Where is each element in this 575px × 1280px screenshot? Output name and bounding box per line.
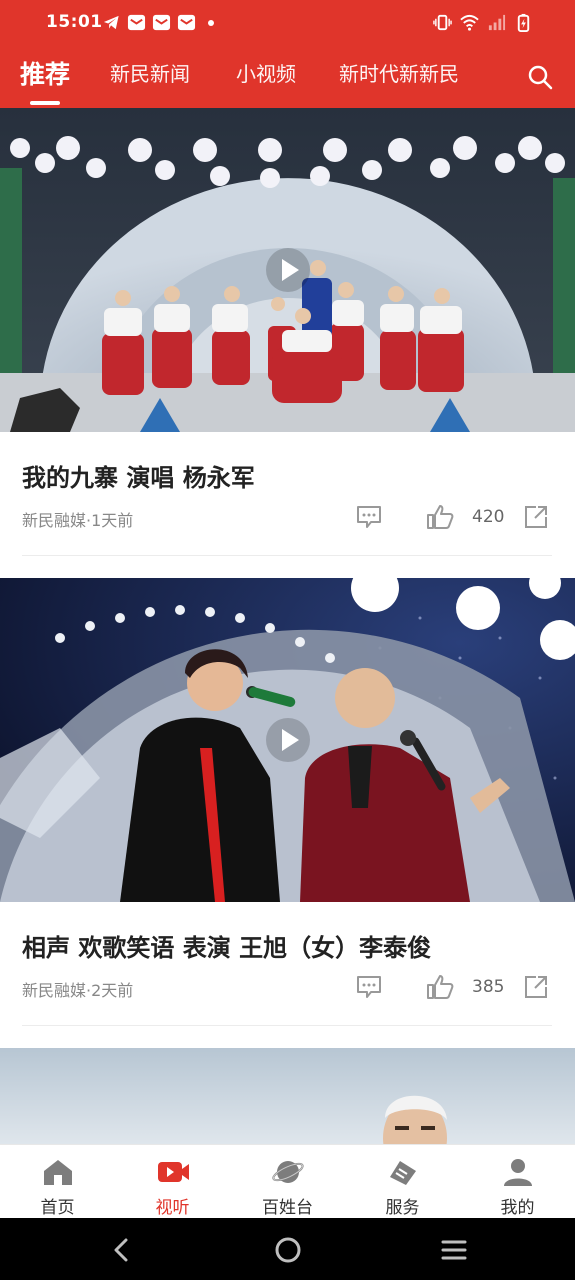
share-icon[interactable] [523, 504, 549, 530]
tab-recommend[interactable]: 推荐 [20, 55, 70, 91]
video-card[interactable] [0, 1048, 575, 1144]
video-card[interactable]: 相声 欢歌笑语 表演 王旭（女）李泰俊 新民融媒·2天前 385 [0, 578, 575, 1048]
active-tab-indicator [30, 101, 60, 105]
home-circle-icon[interactable] [274, 1236, 302, 1264]
video-thumbnail[interactable] [0, 578, 575, 902]
status-system-icons [433, 13, 533, 32]
share-icon[interactable] [523, 974, 549, 1000]
play-icon[interactable] [264, 716, 312, 764]
search-icon[interactable] [527, 64, 553, 90]
thumbs-up-icon[interactable] [426, 504, 454, 530]
video-title[interactable]: 相声 欢歌笑语 表演 王旭（女）李泰俊 [22, 928, 431, 963]
nav-item-video[interactable]: 视听 [115, 1145, 230, 1219]
app-header: 15:01 推荐 新民新闻 小视频 新时代新新民 [0, 0, 575, 108]
video-thumbnail[interactable] [0, 108, 575, 432]
nav-item-profile[interactable]: 我的 [460, 1145, 575, 1219]
bottom-navigation: 首页 视听 百姓台 服务 我的 [0, 1144, 575, 1218]
nav-label: 百姓台 [262, 1198, 313, 1218]
nav-label: 首页 [40, 1198, 75, 1218]
video-meta: 新民融媒·1天前 [22, 511, 134, 530]
video-thumbnail[interactable] [0, 1048, 575, 1144]
mail-icon [177, 14, 196, 31]
nav-item-community[interactable]: 百姓台 [230, 1145, 345, 1219]
status-notification-icons [102, 13, 214, 32]
like-count: 385 [472, 977, 505, 997]
video-play-icon [158, 1162, 189, 1182]
like-count: 420 [472, 507, 505, 527]
status-time: 15:01 [46, 12, 103, 32]
category-tabs: 推荐 新民新闻 小视频 新时代新新民 [0, 52, 575, 108]
tab-short-video[interactable]: 小视频 [236, 58, 296, 87]
nav-label: 我的 [500, 1198, 535, 1218]
card-divider [22, 555, 552, 556]
nav-item-home[interactable]: 首页 [0, 1145, 115, 1219]
more-notifications-dot [208, 19, 214, 26]
card-divider [22, 1025, 552, 1026]
tab-new-era[interactable]: 新时代新新民 [339, 58, 459, 87]
planet-icon [272, 1161, 304, 1183]
telegram-icon [103, 15, 119, 30]
video-title[interactable]: 我的九寨 演唱 杨永军 [22, 458, 255, 493]
person-icon [504, 1159, 532, 1186]
video-feed[interactable]: 我的九寨 演唱 杨永军 新民融媒·1天前 420 相声 欢歌笑语 表演 王旭（女… [0, 108, 575, 1144]
nav-label: 视听 [155, 1198, 190, 1218]
video-preview-image [0, 1048, 575, 1144]
menu-icon[interactable] [440, 1236, 468, 1264]
back-icon[interactable] [108, 1236, 136, 1264]
battery-charging-icon [517, 13, 530, 32]
comment-icon[interactable] [356, 975, 382, 999]
mail-icon [127, 14, 146, 31]
thumbs-up-icon[interactable] [426, 974, 454, 1000]
play-icon[interactable] [264, 246, 312, 294]
nav-label: 服务 [385, 1198, 420, 1218]
video-card[interactable]: 我的九寨 演唱 杨永军 新民融媒·1天前 420 [0, 108, 575, 578]
home-icon [44, 1160, 72, 1185]
wifi-icon [460, 14, 479, 31]
mail-icon [152, 14, 171, 31]
system-navigation-bar [0, 1218, 575, 1280]
tab-xinmin-news[interactable]: 新民新闻 [110, 58, 190, 87]
status-bar: 15:01 [0, 0, 575, 46]
comment-icon[interactable] [356, 505, 382, 529]
nav-item-services[interactable]: 服务 [345, 1145, 460, 1219]
service-icon [390, 1161, 416, 1185]
signal-icon [488, 14, 506, 31]
vibrate-icon [433, 14, 452, 31]
video-meta: 新民融媒·2天前 [22, 981, 134, 1000]
